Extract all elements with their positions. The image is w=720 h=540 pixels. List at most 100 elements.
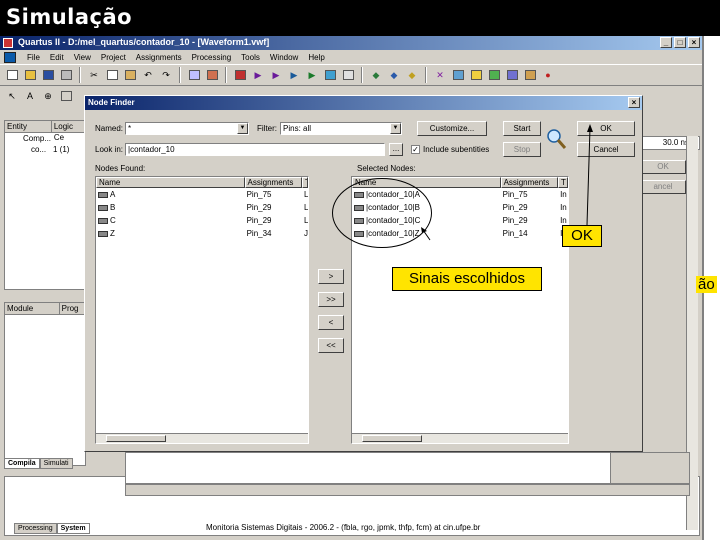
document-icon[interactable] [4, 51, 16, 63]
browse-button[interactable]: ... [389, 143, 403, 156]
column-header-module[interactable]: Module [5, 303, 60, 314]
node-assignment: Pin_29 [502, 203, 528, 212]
maximize-button[interactable]: □ [674, 37, 686, 48]
programmer-icon[interactable]: ✕ [432, 67, 448, 83]
full-screen-icon[interactable] [58, 88, 74, 104]
toolbar-separator [361, 67, 363, 83]
menu-window[interactable]: Window [265, 53, 303, 62]
column-header-logic-cells[interactable]: Logic Ce [52, 121, 85, 142]
chip-planner-icon[interactable] [450, 67, 466, 83]
named-combo[interactable]: * ▼ [125, 122, 249, 135]
list-item[interactable]: Z Pin_34 J [96, 227, 308, 240]
menu-tools[interactable]: Tools [236, 53, 265, 62]
column-header-entity[interactable]: Entity [5, 121, 52, 132]
search-icon [547, 129, 567, 149]
redo-icon[interactable]: ↷ [158, 67, 174, 83]
tree-row[interactable]: Comp... [5, 133, 85, 144]
megawizard-icon[interactable] [522, 67, 538, 83]
include-subentities-checkbox[interactable]: ✓ [411, 145, 420, 154]
menu-help[interactable]: Help [303, 53, 329, 62]
diamond-icon[interactable]: ◆ [404, 67, 420, 83]
menu-bar: File Edit View Project Assignments Proce… [0, 50, 702, 64]
list-item[interactable]: A Pin_75 L [96, 188, 308, 201]
column-header-name[interactable]: Name [96, 177, 245, 188]
background-ok-button[interactable]: OK [640, 160, 686, 174]
chevron-down-icon[interactable]: ▼ [390, 123, 401, 134]
column-header-type[interactable]: T [302, 177, 308, 188]
remove-node-button[interactable]: < [318, 315, 344, 330]
copy-icon[interactable] [104, 67, 120, 83]
node-name: A [110, 190, 116, 199]
pin-planner-icon[interactable] [204, 67, 220, 83]
undo-icon[interactable]: ↶ [140, 67, 156, 83]
tab-simulation[interactable]: Simulati [39, 458, 73, 469]
tab-system[interactable]: System [56, 523, 90, 534]
minimize-button[interactable]: _ [660, 37, 672, 48]
named-value: * [128, 124, 132, 133]
shield-check-icon[interactable]: ◆ [386, 67, 402, 83]
remove-all-nodes-button[interactable]: << [318, 338, 344, 353]
node-type: In [560, 190, 567, 199]
column-header-assignments[interactable]: Assignments [500, 177, 559, 188]
tree-row[interactable]: co... 1 (1) [5, 144, 85, 155]
horizontal-scrollbar[interactable] [96, 433, 308, 443]
save-icon[interactable] [40, 67, 56, 83]
horizontal-scrollbar[interactable] [352, 433, 568, 443]
close-button[interactable]: × [688, 37, 700, 48]
cancel-button[interactable]: Cancel [577, 142, 635, 157]
cut-icon[interactable]: ✂ [86, 67, 102, 83]
toolbar-separator [225, 67, 227, 83]
start-button[interactable]: Start [503, 121, 541, 136]
stop-icon[interactable] [232, 67, 248, 83]
filter-combo[interactable]: Pins: all ▼ [280, 122, 402, 135]
selection-tool-icon[interactable]: ↖ [4, 88, 20, 104]
stop-button[interactable]: Stop [503, 142, 541, 157]
text-tool-icon[interactable]: A [22, 88, 38, 104]
waveform-icon[interactable] [340, 67, 356, 83]
tab-compilation[interactable]: Compila [4, 458, 40, 469]
menu-file[interactable]: File [22, 53, 45, 62]
selection-ellipse [332, 178, 432, 248]
open-folder-icon[interactable] [22, 67, 38, 83]
menu-edit[interactable]: Edit [45, 53, 69, 62]
lookin-field[interactable]: |contador_10 [125, 143, 385, 156]
tab-processing[interactable]: Processing [14, 523, 57, 534]
timing-icon[interactable]: ▶ [286, 67, 302, 83]
column-header-type[interactable]: T [558, 177, 568, 188]
node-type: L [304, 216, 309, 225]
simulate-icon[interactable]: ▶ [304, 67, 320, 83]
rtl-viewer-icon[interactable] [486, 67, 502, 83]
analysis-icon[interactable]: ▶ [268, 67, 284, 83]
new-file-icon[interactable] [4, 67, 20, 83]
shield-icon[interactable]: ◆ [368, 67, 384, 83]
column-header-assignments[interactable]: Assignments [244, 177, 303, 188]
ok-button[interactable]: OK [577, 121, 635, 136]
partial-callout-text: ão [696, 276, 717, 293]
menu-assignments[interactable]: Assignments [131, 53, 187, 62]
output-pin-icon [98, 230, 108, 237]
report-icon[interactable] [322, 67, 338, 83]
input-pin-icon [98, 191, 108, 198]
list-item[interactable]: C Pin_29 L [96, 214, 308, 227]
column-header-progress[interactable]: Prog [60, 303, 85, 314]
chevron-down-icon[interactable]: ▼ [237, 123, 248, 134]
background-cancel-button[interactable]: ancel [640, 180, 686, 194]
nodes-found-list[interactable]: Name Assignments T A Pin_75 L B Pin_29 L… [95, 176, 309, 444]
floorplan-icon[interactable] [468, 67, 484, 83]
menu-processing[interactable]: Processing [187, 53, 237, 62]
dialog-close-icon[interactable]: × [628, 97, 640, 108]
compile-icon[interactable]: ▶ [250, 67, 266, 83]
menu-view[interactable]: View [69, 53, 96, 62]
add-node-button[interactable]: > [318, 269, 344, 284]
settings-icon[interactable] [186, 67, 202, 83]
print-icon[interactable] [58, 67, 74, 83]
project-hierarchy-pane: Entity Logic Ce Comp... co... 1 (1) [4, 120, 86, 290]
menu-project[interactable]: Project [96, 53, 131, 62]
signaltap-icon[interactable]: ● [540, 67, 556, 83]
paste-icon[interactable] [122, 67, 138, 83]
add-all-nodes-button[interactable]: >> [318, 292, 344, 307]
customize-button[interactable]: Customize... [417, 121, 487, 136]
net-viewer-icon[interactable] [504, 67, 520, 83]
zoom-icon[interactable]: ⊕ [40, 88, 56, 104]
list-item[interactable]: B Pin_29 L [96, 201, 308, 214]
